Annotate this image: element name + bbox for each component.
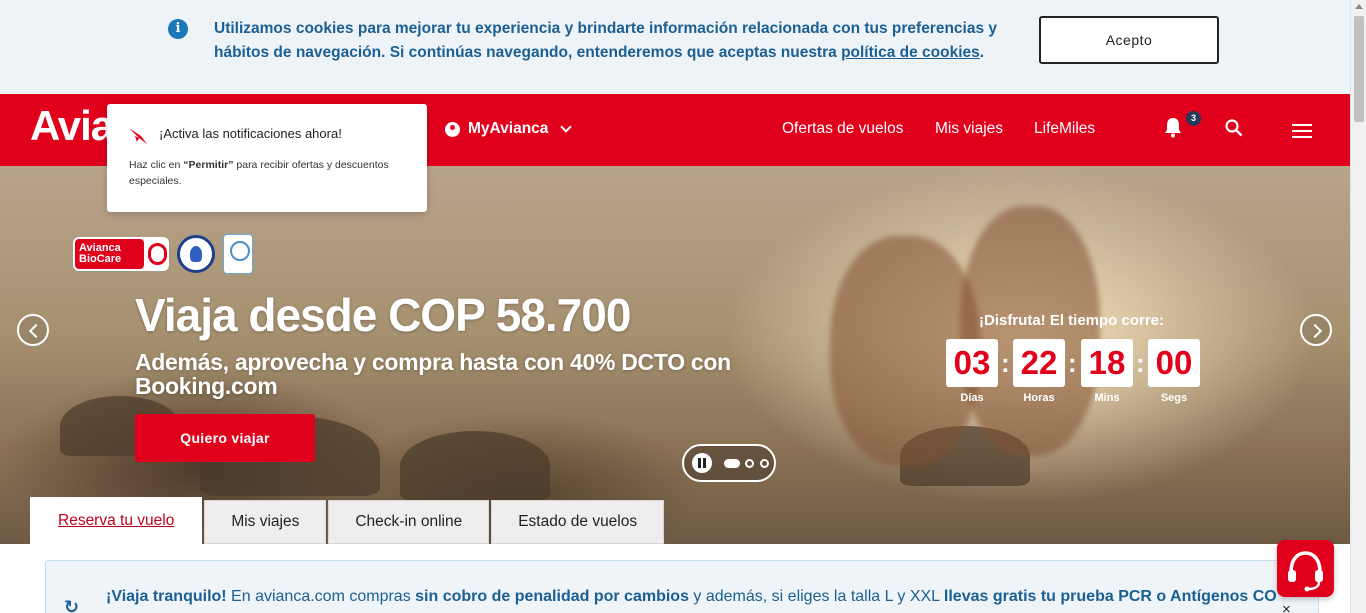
page-scrollbar[interactable] bbox=[1350, 0, 1366, 613]
myavianca-menu[interactable]: MyAvianca bbox=[445, 120, 573, 138]
tab-mis-viajes[interactable]: Mis viajes bbox=[204, 500, 327, 544]
biocare-label: Avianca BioCare bbox=[75, 239, 145, 269]
nav-mis-viajes[interactable]: Mis viajes bbox=[935, 120, 1003, 138]
tab-estado-vuelos[interactable]: Estado de vuelos bbox=[491, 500, 665, 544]
hero-title: Viaja desde COP 58.700 bbox=[135, 289, 631, 341]
cookie-banner: i Utilizamos cookies para mejorar tu exp… bbox=[0, 0, 1350, 94]
carousel-next-button[interactable] bbox=[1300, 314, 1332, 346]
alert-bold-1: sin cobro de penalidad por cambios bbox=[415, 588, 689, 605]
nav-ofertas[interactable]: Ofertas de vuelos bbox=[782, 120, 903, 138]
search-icon[interactable] bbox=[1225, 119, 1243, 137]
carousel-dot-3[interactable] bbox=[760, 459, 769, 468]
headset-icon bbox=[1288, 551, 1323, 592]
tab-reserva[interactable]: Reserva tu vuelo bbox=[30, 497, 203, 544]
alert-lead: ¡Viaja tranquilo! bbox=[106, 588, 227, 605]
hero-banner: Avianca BioCare Viaja desde COP 58.700 A… bbox=[0, 166, 1350, 544]
bell-icon[interactable] bbox=[1163, 116, 1183, 138]
alert-bold-2: llevas gratis tu prueba PCR o Antígenos … bbox=[943, 588, 1276, 605]
safety-seal-icon bbox=[177, 235, 215, 273]
refresh-icon: ↻ bbox=[64, 597, 80, 613]
booking-panel: ↻ ¡Viaja tranquilo! En avianca.com compr… bbox=[0, 544, 1350, 613]
carousel-dot-2[interactable] bbox=[745, 459, 754, 468]
cookie-period: . bbox=[979, 44, 985, 61]
scroll-thumb[interactable] bbox=[1354, 16, 1364, 122]
booking-tabs: Reserva tu vuelo Mis viajes Check-in onl… bbox=[30, 497, 666, 544]
tab-check-in[interactable]: Check-in online bbox=[328, 500, 490, 544]
countdown-separator: : bbox=[1068, 348, 1077, 378]
notification-count-badge: 3 bbox=[1186, 111, 1201, 126]
notification-permission-popup: ¡Activa las notificaciones ahora! Haz cl… bbox=[107, 104, 427, 212]
cookie-message: Utilizamos cookies para mejorar tu exper… bbox=[214, 17, 1004, 65]
countdown-title: ¡Disfruta! El tiempo corre: bbox=[979, 312, 1165, 329]
cookie-text-line2: hábitos de navegación. Si continúas nave… bbox=[214, 44, 842, 61]
countdown-label-minutes: Mins bbox=[1094, 392, 1120, 404]
alert-message: ¡Viaja tranquilo! En avianca.com compras… bbox=[106, 588, 1276, 606]
travel-info-alert: ↻ ¡Viaja tranquilo! En avianca.com compr… bbox=[45, 560, 1319, 613]
popup-body-pre: Haz clic en bbox=[129, 159, 184, 171]
hamburger-menu-icon[interactable] bbox=[1292, 124, 1312, 142]
cookie-policy-link[interactable]: política de cookies bbox=[841, 44, 980, 61]
popup-body-bold: “Permitir” bbox=[183, 159, 234, 171]
icontec-seal-icon bbox=[223, 234, 253, 274]
countdown-separator: : bbox=[1001, 348, 1010, 378]
accept-cookies-button[interactable]: Acepto bbox=[1039, 16, 1219, 64]
scroll-up-icon[interactable] bbox=[1355, 4, 1363, 9]
user-icon bbox=[445, 121, 460, 137]
carousel-dot-1[interactable] bbox=[724, 459, 740, 468]
myavianca-label: MyAvianca bbox=[468, 120, 549, 137]
pause-icon[interactable] bbox=[692, 453, 712, 473]
countdown-separator: : bbox=[1136, 348, 1145, 378]
chevron-down-icon bbox=[560, 121, 573, 133]
alert-text-1: En avianca.com compras bbox=[226, 588, 416, 605]
avianca-bird-icon bbox=[129, 128, 147, 144]
alert-text-2: y además, si eliges la talla L y XXL bbox=[688, 588, 944, 605]
countdown-label-seconds: Segs bbox=[1160, 392, 1188, 404]
carousel-prev-button[interactable] bbox=[17, 314, 49, 346]
nav-lifemiles[interactable]: LifeMiles bbox=[1034, 120, 1095, 138]
info-icon: i bbox=[168, 19, 188, 39]
countdown-label-hours: Horas bbox=[1023, 392, 1055, 404]
countdown-minutes: 18 bbox=[1081, 339, 1133, 387]
hut-image bbox=[400, 431, 550, 501]
countdown-days: 03 bbox=[946, 339, 998, 387]
countdown-label-days: Días bbox=[960, 392, 984, 404]
hero-subtitle: Además, aprovecha y compra hasta con 40%… bbox=[135, 349, 731, 399]
certification-badges: Avianca BioCare bbox=[73, 234, 253, 274]
carousel-controls bbox=[682, 444, 776, 482]
close-icon[interactable]: × bbox=[1282, 601, 1291, 613]
person-image bbox=[960, 206, 1100, 456]
mask-icon bbox=[148, 243, 167, 265]
support-chat-button[interactable] bbox=[1277, 540, 1334, 597]
countdown-hours: 22 bbox=[1013, 339, 1065, 387]
popup-body: Haz clic en “Permitir” para recibir ofer… bbox=[129, 157, 409, 189]
quiero-viajar-button[interactable]: Quiero viajar bbox=[135, 414, 315, 462]
popup-title: ¡Activa las notificaciones ahora! bbox=[159, 126, 342, 141]
cookie-text-line1: Utilizamos cookies para mejorar tu exper… bbox=[214, 20, 998, 37]
countdown-seconds: 00 bbox=[1148, 339, 1200, 387]
biocare-badge: Avianca BioCare bbox=[73, 237, 169, 271]
